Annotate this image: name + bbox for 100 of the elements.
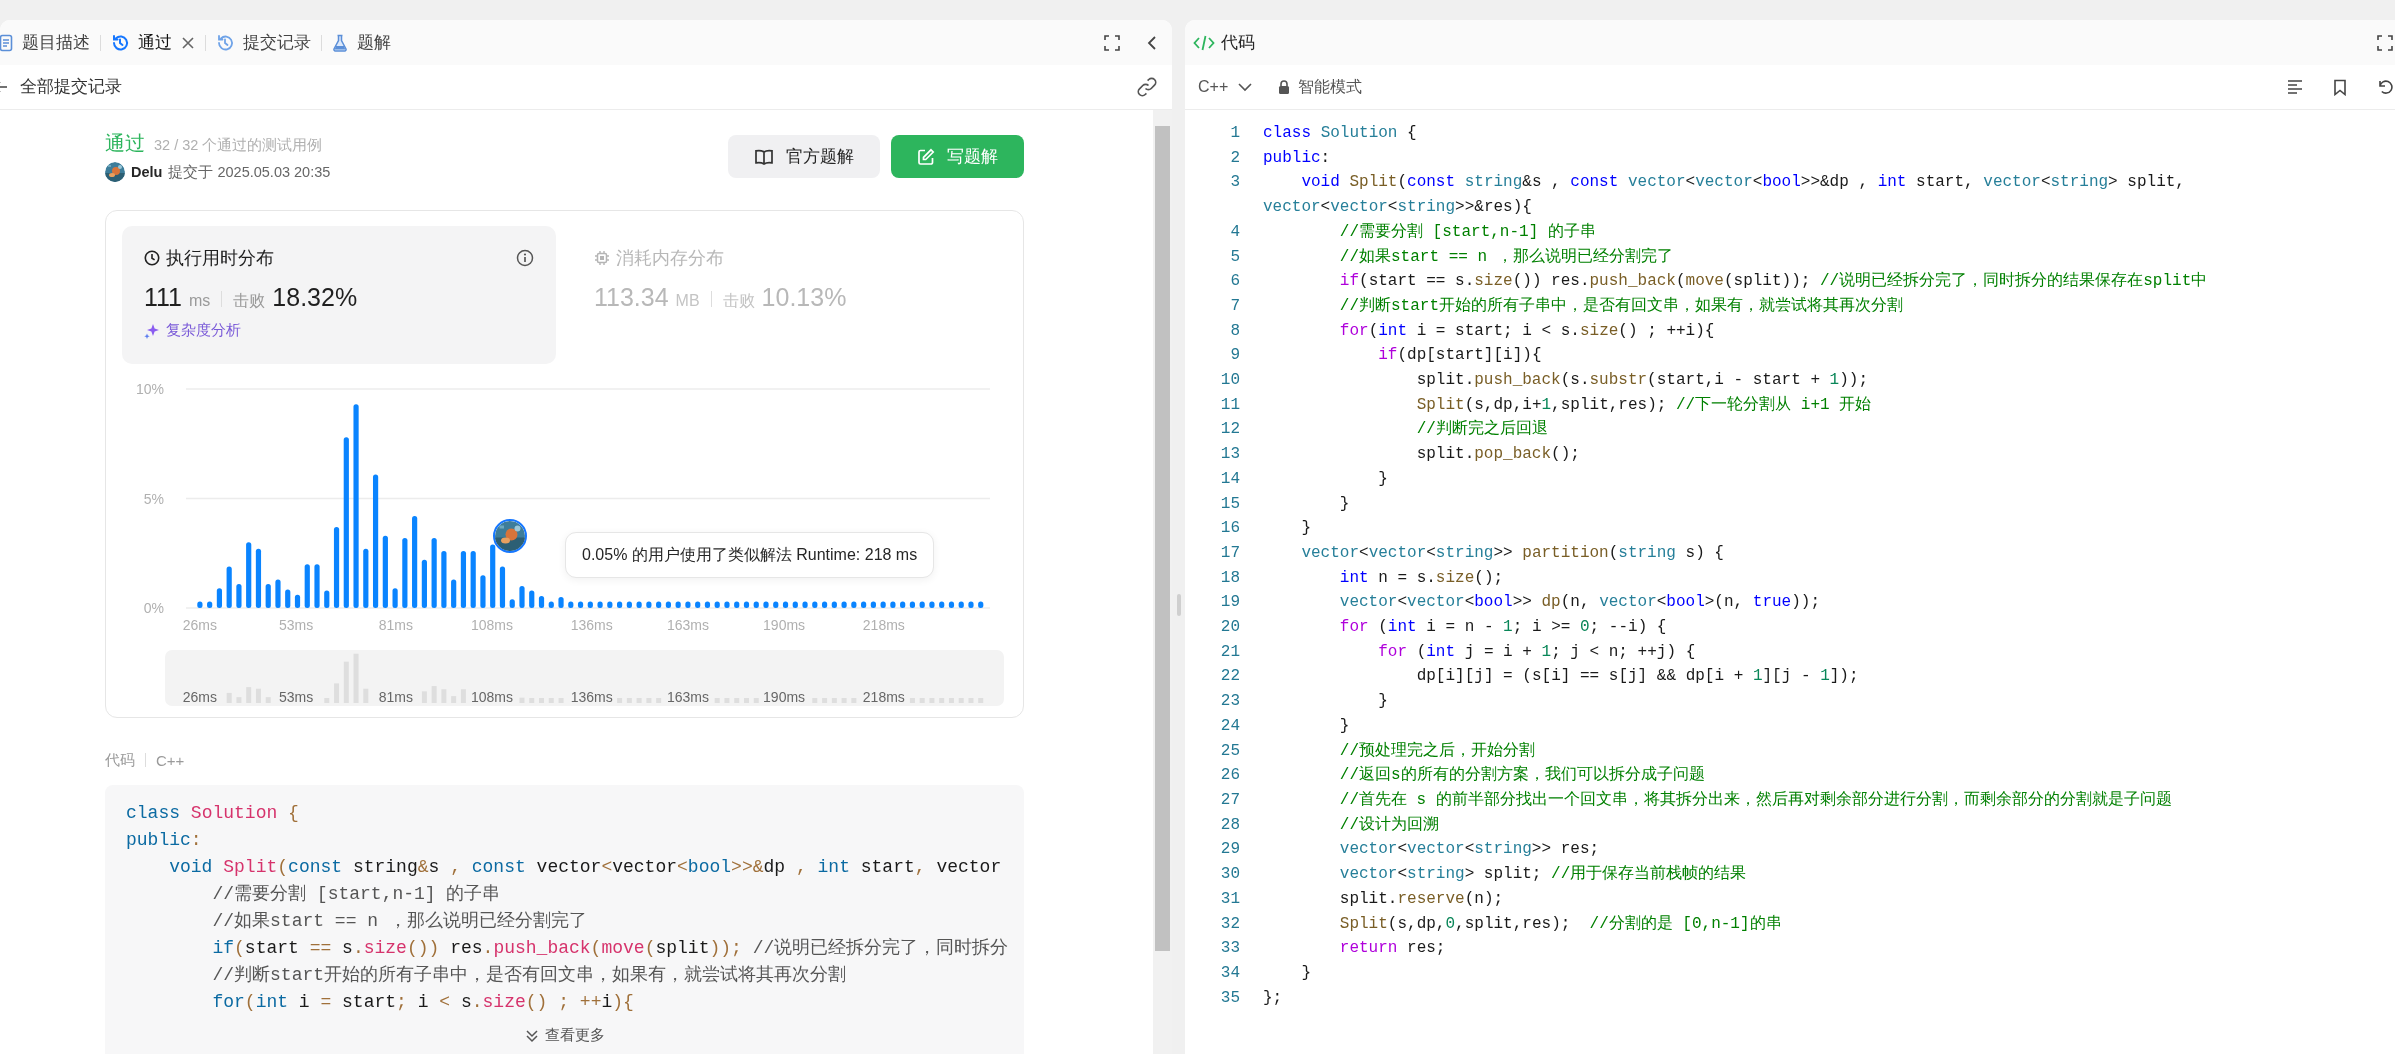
line-number: 30 (1219, 864, 1240, 886)
beats-label: 击败 (722, 291, 755, 311)
lock-icon (1278, 80, 1291, 94)
chart-bar (314, 564, 320, 608)
code-line: split.reserve(n); (1338, 888, 1505, 910)
chart-bar (685, 601, 691, 608)
code-line: //设计为回溯 (1338, 814, 1440, 836)
line-number: 15 (1219, 493, 1240, 515)
line-number: 1 (1229, 123, 1240, 144)
fullscreen-icon[interactable] (1104, 34, 1120, 51)
line-number: 23 (1219, 691, 1240, 713)
chart-bar (646, 601, 652, 608)
collapse-icon[interactable] (1146, 34, 1158, 51)
mode-label: 智能模式 (1298, 76, 1363, 97)
scrollbar[interactable] (1153, 110, 1172, 1054)
chart-bar (919, 601, 925, 608)
official-solution-button[interactable]: 官方题解 (728, 135, 880, 178)
language-selector[interactable]: C++ (1198, 78, 1253, 96)
stat-unit: MB (675, 292, 700, 310)
resize-handle[interactable] (1176, 594, 1181, 616)
chart-bar (695, 601, 701, 608)
chart-bar (851, 601, 857, 608)
code-line: vector<vector<bool>> dp(n, vector<bool>(n, true)); (1338, 592, 1822, 614)
line-number: 7 (1229, 295, 1240, 317)
beats-percentage: 18.32% (272, 283, 358, 312)
scrollbar-thumb[interactable] (1155, 126, 1170, 951)
close-icon[interactable] (181, 35, 195, 50)
tab[interactable]: 题解 (328, 20, 395, 65)
tick-label: 5% (143, 490, 164, 507)
tick-label: 136ms (570, 617, 613, 633)
line-number: 22 (1219, 666, 1240, 688)
info-icon[interactable] (516, 249, 534, 267)
chart-overview[interactable]: 26ms 53ms 81ms 108ms 136ms 163ms 190ms 218ms (165, 650, 1004, 706)
complexity-analysis-link[interactable]: 复杂度分析 (166, 321, 241, 340)
chart-bar (821, 601, 828, 608)
code-line: //判断完之后回退 (1415, 418, 1549, 441)
chart-bar (392, 588, 398, 608)
code-line: if(dp[start][i]){ (1377, 345, 1543, 367)
stat-title: 消耗内存分布 (616, 247, 724, 270)
chart-bar (490, 544, 496, 608)
show-more-link[interactable]: 查看更多 (544, 1026, 605, 1045)
code-line: //返回s的所有的分割方案，我们可以拆分成子问题 (1338, 764, 1706, 787)
tick-label: 81ms (378, 689, 413, 705)
undo-icon[interactable] (2377, 79, 2393, 95)
chart-bar (900, 601, 906, 608)
chart-bar (831, 601, 837, 608)
code-line: //如果start == n ，那么说明已经分割完了 (211, 910, 588, 933)
tab[interactable]: 提交记录 (212, 20, 315, 65)
code-line: //预处理完之后，开始分割 (1338, 740, 1536, 762)
code-line: int n = s.size(); (1338, 567, 1505, 589)
tick-label: 190ms (763, 689, 806, 705)
code-icon (1193, 33, 1215, 52)
chart-bar (363, 548, 369, 608)
format-icon[interactable] (2287, 79, 2303, 95)
code-line: for(int i = start; i < s.size() ; ++i){ (211, 991, 635, 1014)
line-number: 31 (1219, 888, 1240, 910)
fullscreen-icon[interactable] (2377, 34, 2393, 51)
chart-bar (275, 579, 281, 608)
tab[interactable]: 通过 (107, 20, 199, 65)
author-name[interactable]: Delu (131, 164, 163, 180)
code-line: //如果start == n ，那么说明已经分割完了 (1338, 246, 1674, 268)
line-number: 14 (1219, 468, 1240, 490)
history-icon (216, 33, 234, 52)
tick-label: 163ms (666, 617, 709, 633)
tab[interactable]: 题目描述 (0, 20, 94, 65)
back-link[interactable]: 全部提交记录 (20, 76, 122, 98)
line-number: 12 (1219, 419, 1240, 441)
line-number: 9 (1229, 345, 1240, 367)
code-line: Split(s,dp,i+1,split,res); //下一轮分割从 i+1 开始 (1415, 394, 1873, 416)
chart-bar (451, 579, 457, 608)
chart-bar (509, 599, 515, 608)
chart-bar (255, 548, 262, 608)
beats-label: 击败 (233, 291, 266, 311)
code-line: void Split(const string&s , const vector<vector<bool>>&dp , int start, vector<string> split, vector<vector<string>>&res){ (1263, 172, 2186, 219)
chart-bar (480, 575, 486, 608)
code-line: } (1300, 962, 1312, 984)
chevron-down-icon (1238, 82, 1253, 92)
line-number: 10 (1219, 370, 1240, 392)
stat-card[interactable]: 执行用时分布 111 ms 击败 18.32% 复杂度分析 (122, 226, 556, 364)
chart-bar (460, 551, 467, 608)
tooltip: 0.05% 的用户使用了类似解法 Runtime: 218 ms (565, 532, 935, 578)
chart-bar (753, 601, 759, 608)
chart-bar (704, 601, 711, 608)
chart-bar (968, 601, 974, 608)
chart-bar (763, 601, 769, 608)
code-line: } (1377, 691, 1389, 713)
tick-label: 26ms (182, 617, 217, 633)
chart-bar (607, 601, 613, 608)
link-icon[interactable] (1136, 76, 1158, 98)
chart-bar (197, 601, 203, 608)
code-line: for (int i = n - 1; i >= 0; --i) { (1338, 617, 1668, 639)
submit-time: 提交于 2025.05.03 20:35 (168, 162, 331, 182)
chart-bar (470, 551, 476, 608)
tick-label: 218ms (862, 689, 905, 705)
chart-bar (558, 597, 564, 608)
status-text: 通过 (105, 131, 145, 156)
flask-icon (332, 33, 348, 52)
tick-label: 190ms (763, 617, 806, 633)
line-number: 24 (1219, 715, 1240, 737)
bookmark-icon[interactable] (2333, 78, 2347, 96)
